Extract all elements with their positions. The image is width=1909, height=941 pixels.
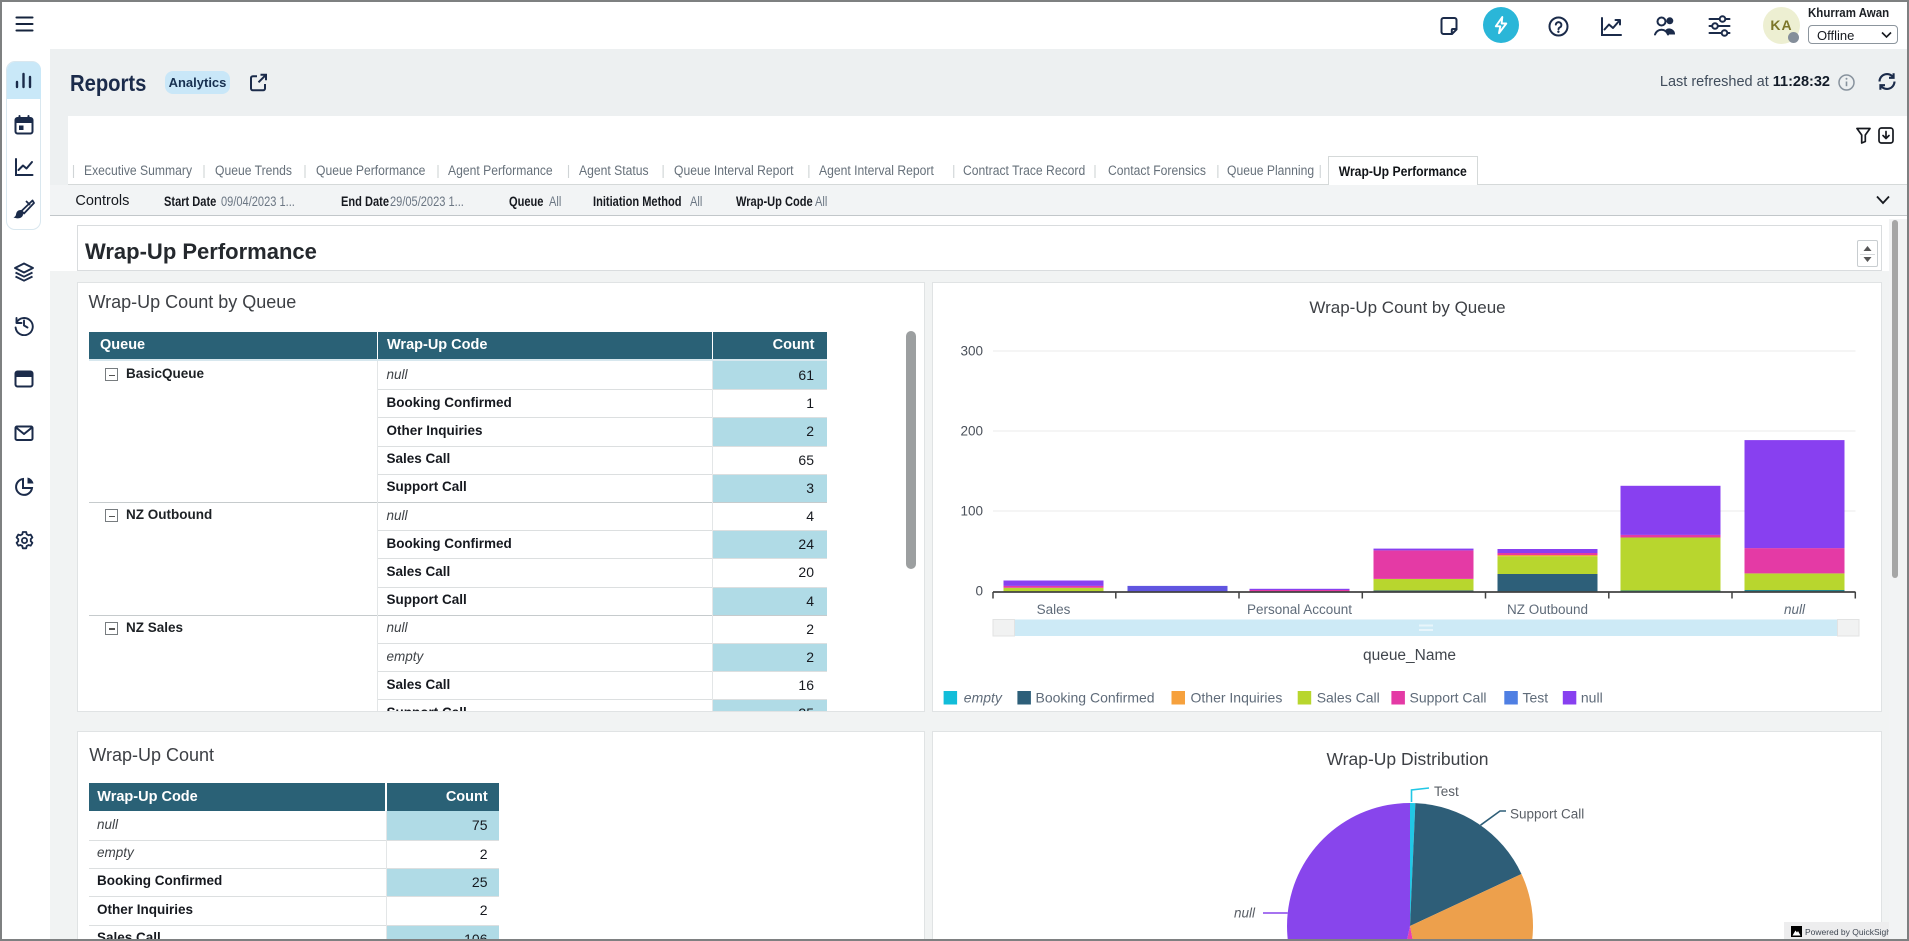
svg-text:Sales: Sales — [1036, 602, 1070, 617]
svg-text:empty: empty — [963, 690, 1002, 706]
svg-text:Test: Test — [1522, 690, 1548, 706]
svg-text:Booking Confirmed: Booking Confirmed — [1035, 690, 1154, 706]
svg-text:queue_Name: queue_Name — [1362, 647, 1455, 664]
svg-text:100: 100 — [960, 504, 983, 519]
svg-text:Test: Test — [1434, 784, 1459, 799]
svg-text:Personal Account: Personal Account — [1246, 602, 1351, 617]
svg-text:Support Call: Support Call — [1510, 807, 1584, 822]
svg-text:Other Inquiries: Other Inquiries — [1190, 690, 1282, 706]
svg-text:Support Call: Support Call — [1409, 690, 1486, 706]
svg-text:null: null — [1783, 602, 1805, 617]
svg-text:null: null — [1233, 906, 1255, 921]
svg-text:0: 0 — [975, 584, 983, 599]
svg-text:Sales Call: Sales Call — [1316, 690, 1379, 706]
svg-text:200: 200 — [960, 424, 983, 439]
svg-text:NZ Outbound: NZ Outbound — [1506, 602, 1587, 617]
svg-text:null: null — [1580, 690, 1602, 706]
svg-text:300: 300 — [960, 344, 983, 359]
